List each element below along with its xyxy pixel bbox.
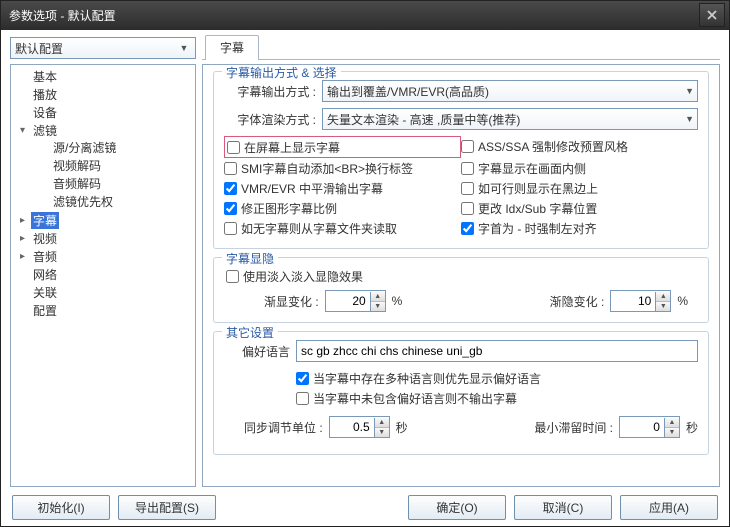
check-fade-enable-label: 使用淡入淡入显隐效果 — [243, 268, 363, 285]
tab-subtitle[interactable]: 字幕 — [205, 35, 259, 60]
check-fix-graphic-ratio[interactable] — [224, 202, 237, 215]
profile-combo[interactable]: 默认配置 ▼ — [10, 37, 196, 59]
check-black-border[interactable] — [461, 182, 474, 195]
tree-item-label: 滤镜 — [31, 122, 59, 139]
check-ass-force-style-label: ASS/SSA 强制修改预置风格 — [478, 138, 628, 155]
tree-item[interactable]: 音频解码 — [37, 175, 195, 191]
tree-item-label: 音频 — [31, 248, 59, 265]
tree-item-label: 视频解码 — [51, 157, 103, 174]
button-cancel[interactable]: 取消(C) — [514, 495, 612, 520]
label-render-mode: 字体渲染方式 : — [224, 111, 316, 128]
unit-percent: % — [392, 294, 403, 308]
tree-expander-icon: ▾ — [17, 125, 28, 136]
group-other: 其它设置 偏好语言 当字幕中存在多种语言则优先显示偏好语言 当字幕中未包含偏好语… — [213, 331, 709, 455]
tree-item[interactable]: 配置 — [17, 302, 195, 318]
tree-expander-icon: ▸ — [17, 233, 28, 244]
tree-item[interactable]: 滤镜优先权 — [37, 193, 195, 209]
group-fade: 字幕显隐 使用淡入淡入显隐效果 渐显变化 : ▲▼ % — [213, 257, 709, 323]
tree-item[interactable]: ▸字幕 — [17, 212, 195, 228]
spin-min-stay[interactable]: ▲▼ — [619, 416, 680, 438]
group-other-legend: 其它设置 — [222, 324, 278, 341]
check-smi-br-label: SMI字幕自动添加<BR>换行标签 — [241, 160, 413, 177]
check-show-on-screen-label: 在屏幕上显示字幕 — [244, 139, 340, 156]
check-fallback-folder[interactable] — [224, 222, 237, 235]
button-ok[interactable]: 确定(O) — [408, 495, 506, 520]
chevron-down-icon: ▼ — [685, 86, 694, 96]
window-title: 参数选项 - 默认配置 — [9, 7, 116, 24]
check-smi-br[interactable] — [224, 162, 237, 175]
tree-expander-icon: ▸ — [17, 251, 28, 262]
spin-fade-in[interactable]: ▲▼ — [325, 290, 386, 312]
tree-item-label: 源/分离滤镜 — [51, 139, 118, 156]
check-nolang-hide[interactable] — [296, 392, 309, 405]
check-dash-left-align-label: 字首为 - 时强制左对齐 — [478, 220, 597, 237]
tree-item-label: 视频 — [31, 230, 59, 247]
tabbar: 字幕 — [202, 37, 720, 60]
tree-item[interactable]: 基本 — [17, 68, 195, 84]
button-apply[interactable]: 应用(A) — [620, 495, 718, 520]
titlebar: 参数选项 - 默认配置 — [1, 1, 729, 30]
tree-item-label: 配置 — [31, 302, 59, 319]
check-inside-video[interactable] — [461, 162, 474, 175]
check-idxsub-pos[interactable] — [461, 202, 474, 215]
tree-item[interactable]: 源/分离滤镜 — [37, 139, 195, 155]
label-fade-in: 渐显变化 : — [264, 293, 319, 310]
label-min-stay: 最小滞留时间 : — [534, 419, 613, 436]
tree-item[interactable]: 播放 — [17, 86, 195, 102]
check-fade-enable[interactable] — [226, 270, 239, 283]
label-pref-lang: 偏好语言 — [224, 343, 290, 360]
tree-item-label: 关联 — [31, 284, 59, 301]
tree-item-label: 基本 — [31, 68, 59, 85]
tree-item-label: 滤镜优先权 — [51, 193, 115, 210]
tree-item[interactable]: ▾滤镜 — [17, 122, 195, 138]
check-multilang-prefer[interactable] — [296, 372, 309, 385]
tree-item[interactable]: 视频解码 — [37, 157, 195, 173]
check-fix-graphic-ratio-label: 修正图形字幕比例 — [241, 200, 337, 217]
settings-tree[interactable]: 基本播放设备▾滤镜源/分离滤镜视频解码音频解码滤镜优先权▸字幕▸视频▸音频网络关… — [10, 64, 196, 487]
tree-item-label: 音频解码 — [51, 175, 103, 192]
spin-sync-unit[interactable]: ▲▼ — [329, 416, 390, 438]
close-icon — [707, 10, 717, 20]
close-button[interactable] — [699, 3, 725, 27]
group-output-legend: 字幕输出方式 & 选择 — [222, 64, 341, 81]
check-inside-video-label: 字幕显示在画面内侧 — [478, 160, 586, 177]
chevron-down-icon: ▼ — [176, 40, 192, 56]
check-black-border-label: 如可行则显示在黑边上 — [478, 180, 598, 197]
check-vmr-smooth-label: VMR/EVR 中平滑输出字幕 — [241, 180, 383, 197]
select-render-mode[interactable]: 矢量文本渲染 - 高速 ,质量中等(推荐)▼ — [322, 108, 698, 130]
button-export[interactable]: 导出配置(S) — [118, 495, 216, 520]
group-fade-legend: 字幕显隐 — [222, 250, 278, 267]
tree-item[interactable]: 关联 — [17, 284, 195, 300]
spin-fade-out[interactable]: ▲▼ — [610, 290, 671, 312]
tree-item-label: 设备 — [31, 104, 59, 121]
tree-item[interactable]: 设备 — [17, 104, 195, 120]
label-output-mode: 字幕输出方式 : — [224, 83, 316, 100]
tree-item[interactable]: 网络 — [17, 266, 195, 282]
profile-combo-value: 默认配置 — [15, 40, 63, 57]
content-panel: 字幕输出方式 & 选择 字幕输出方式 : 输出到覆盖/VMR/EVR(高品质)▼… — [202, 64, 720, 487]
label-sync-unit: 同步调节单位 : — [244, 419, 323, 436]
tree-item-label: 网络 — [31, 266, 59, 283]
check-fallback-folder-label: 如无字幕则从字幕文件夹读取 — [241, 220, 397, 237]
check-idxsub-pos-label: 更改 Idx/Sub 字幕位置 — [478, 200, 597, 217]
check-ass-force-style[interactable] — [461, 140, 474, 153]
chevron-down-icon: ▼ — [685, 114, 694, 124]
tree-item-label: 字幕 — [31, 212, 59, 229]
group-output: 字幕输出方式 & 选择 字幕输出方式 : 输出到覆盖/VMR/EVR(高品质)▼… — [213, 71, 709, 249]
button-initialize[interactable]: 初始化(I) — [12, 495, 110, 520]
tree-item[interactable]: ▸视频 — [17, 230, 195, 246]
unit-percent: % — [677, 294, 688, 308]
label-fade-out: 渐隐变化 : — [550, 293, 605, 310]
check-dash-left-align[interactable] — [461, 222, 474, 235]
check-vmr-smooth[interactable] — [224, 182, 237, 195]
tree-item[interactable]: ▸音频 — [17, 248, 195, 264]
input-pref-lang[interactable] — [296, 340, 698, 362]
tree-item-label: 播放 — [31, 86, 59, 103]
select-output-mode[interactable]: 输出到覆盖/VMR/EVR(高品质)▼ — [322, 80, 698, 102]
tree-expander-icon: ▸ — [17, 215, 28, 226]
check-show-on-screen[interactable] — [227, 141, 240, 154]
